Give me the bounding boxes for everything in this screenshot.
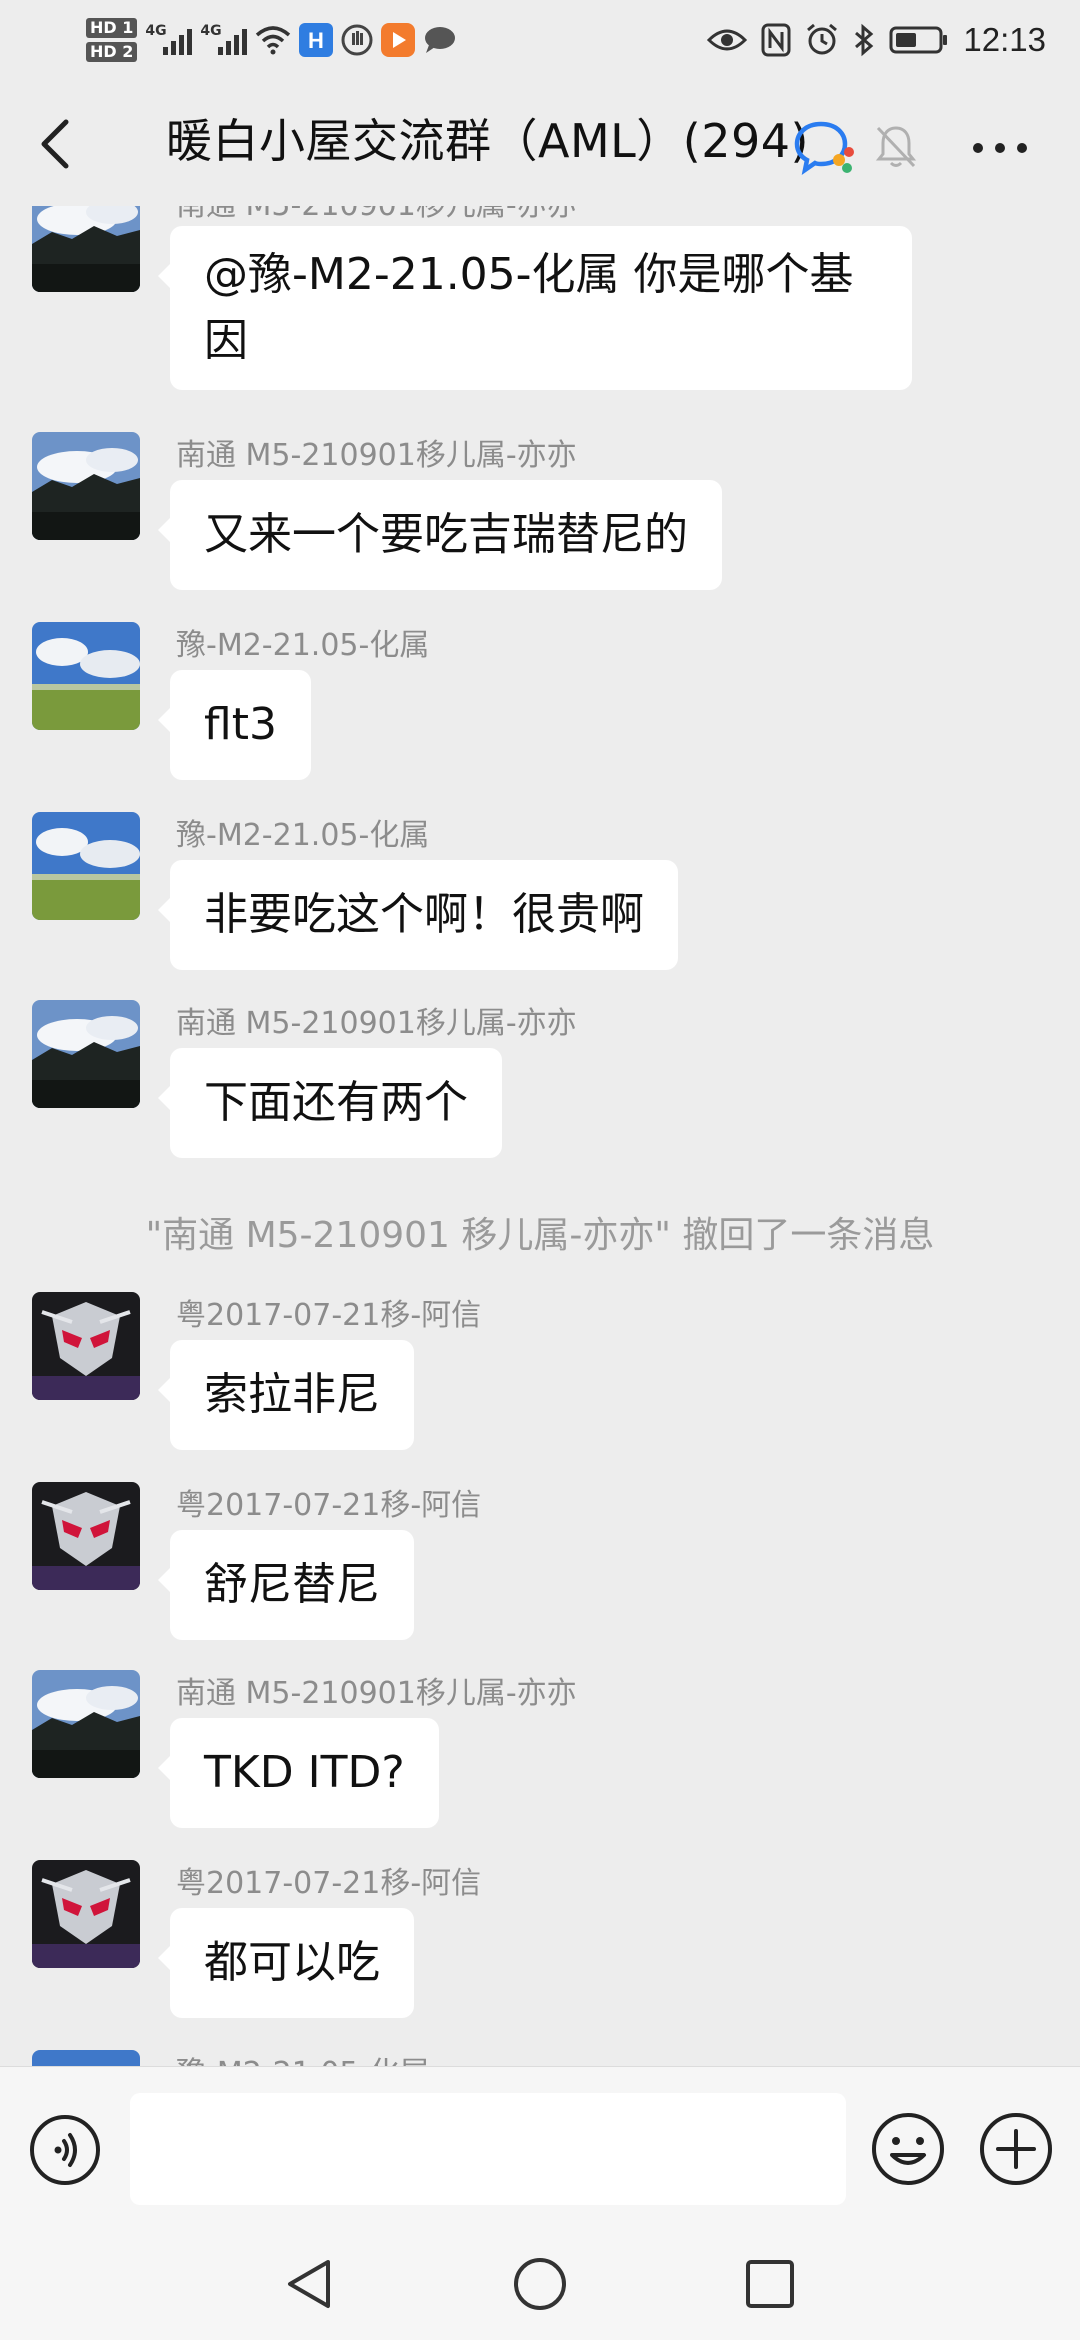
sender-name: 南通 M5-210901移儿属-亦亦 [176, 438, 577, 473]
rider-avatar-image [32, 1860, 140, 1968]
message-list[interactable]: 南通 M5-210901移儿属-亦亦 @豫-M2-21.05-化属 你是哪个基因… [0, 206, 1080, 2066]
hd-indicator: HD 1 HD 2 [86, 18, 138, 62]
avatar[interactable] [32, 1860, 140, 1968]
message-bubble[interactable]: 索拉非尼 [158, 1340, 414, 1450]
field-avatar-image [32, 2050, 140, 2066]
wifi-icon [256, 26, 291, 55]
message-bubble[interactable]: 都可以吃 [158, 1908, 414, 2018]
field-avatar-image [32, 812, 140, 920]
emoji-icon[interactable] [870, 2111, 946, 2187]
signal1-tag: 4G [145, 23, 167, 39]
battery-icon [889, 26, 948, 54]
avatar[interactable] [32, 1292, 140, 1400]
field-avatar-image [32, 622, 140, 730]
avatar[interactable] [32, 206, 140, 292]
sender-name: 豫-M2-21.05-化属 [176, 2054, 429, 2066]
avatar[interactable] [32, 1482, 140, 1590]
avatar[interactable] [32, 432, 140, 540]
plus-icon[interactable] [978, 2111, 1054, 2187]
mountain-avatar-image [32, 432, 140, 540]
signal2-tag: 4G [200, 23, 222, 39]
status-right-icons: 12:13 [707, 10, 1046, 70]
message-bubble[interactable]: 非要吃这个啊！很贵啊 [158, 860, 678, 970]
sender-name: 粤2017-07-21移-阿信 [176, 1488, 482, 1523]
message-bubble-icon [425, 27, 456, 53]
nfc-icon [761, 23, 791, 57]
voice-icon[interactable] [28, 2113, 102, 2187]
mountain-avatar-image [32, 206, 140, 292]
sender-name: 南通 M5-210901移儿属-亦亦 [176, 1006, 577, 1041]
nav-home-icon[interactable] [510, 2254, 570, 2314]
sender-name: 南通 M5-210901移儿属-亦亦 [176, 206, 577, 226]
message-bubble[interactable]: 舒尼替尼 [158, 1530, 414, 1640]
nav-recent-icon[interactable] [740, 2254, 800, 2314]
recall-notice: "南通 M5-210901 移儿属-亦亦" 撤回了一条消息 [145, 1215, 935, 1256]
avatar[interactable] [32, 2050, 140, 2066]
group-chat-icon [794, 121, 854, 176]
alarm-icon [807, 23, 838, 55]
svg-text:H: H [308, 28, 324, 53]
video-app-icon [381, 23, 416, 57]
chat-header: 暖白小屋交流群（AML）(294) [0, 80, 1080, 206]
message-input[interactable] [130, 2093, 846, 2205]
message-bubble[interactable]: 下面还有两个 [158, 1048, 502, 1158]
back-arrow-icon[interactable] [30, 116, 80, 172]
sender-name: 粤2017-07-21移-阿信 [176, 1298, 482, 1333]
sender-name: 南通 M5-210901移儿属-亦亦 [176, 1676, 577, 1711]
hd2-badge: HD 2 [86, 42, 138, 62]
rider-avatar-image [32, 1292, 140, 1400]
mountain-avatar-image [32, 1000, 140, 1108]
message-bubble[interactable]: @豫-M2-21.05-化属 你是哪个基因 [158, 226, 912, 390]
nav-back-icon[interactable] [280, 2254, 340, 2314]
system-nav-bar [0, 2226, 1080, 2340]
hd1-badge: HD 1 [86, 18, 138, 38]
eye-icon [707, 29, 748, 51]
sender-name: 豫-M2-21.05-化属 [176, 628, 430, 663]
mute-bell-icon [875, 126, 917, 168]
avatar[interactable] [32, 1670, 140, 1778]
message-bubble[interactable]: flt3 [158, 670, 311, 780]
signal1-icon: 4G [145, 23, 193, 55]
avatar[interactable] [32, 1000, 140, 1108]
mountain-avatar-image [32, 1670, 140, 1778]
status-left-icons: HD 1 HD 2 4G 4G H [86, 10, 457, 70]
sender-name: 豫-M2-21.05-化属 [176, 818, 430, 853]
sender-name: 粤2017-07-21移-阿信 [176, 1866, 482, 1901]
message-bubble[interactable]: 又来一个要吃吉瑞替尼的 [158, 480, 722, 590]
input-bar [0, 2066, 1080, 2227]
more-dots-icon[interactable] [970, 140, 1030, 156]
clock: 12:13 [963, 21, 1046, 58]
avatar[interactable] [32, 812, 140, 920]
status-bar: HD 1 HD 2 4G 4G H 12:13 [0, 0, 1080, 80]
avatar[interactable] [32, 622, 140, 730]
app-h-icon: H [299, 23, 334, 57]
bluetooth-icon [855, 23, 874, 57]
chat-title: 暖白小屋交流群（AML）(294) [166, 114, 809, 168]
message-bubble[interactable]: TKD ITD? [158, 1718, 439, 1828]
signal2-icon: 4G [200, 23, 248, 55]
hand-icon [341, 24, 373, 56]
rider-avatar-image [32, 1482, 140, 1590]
